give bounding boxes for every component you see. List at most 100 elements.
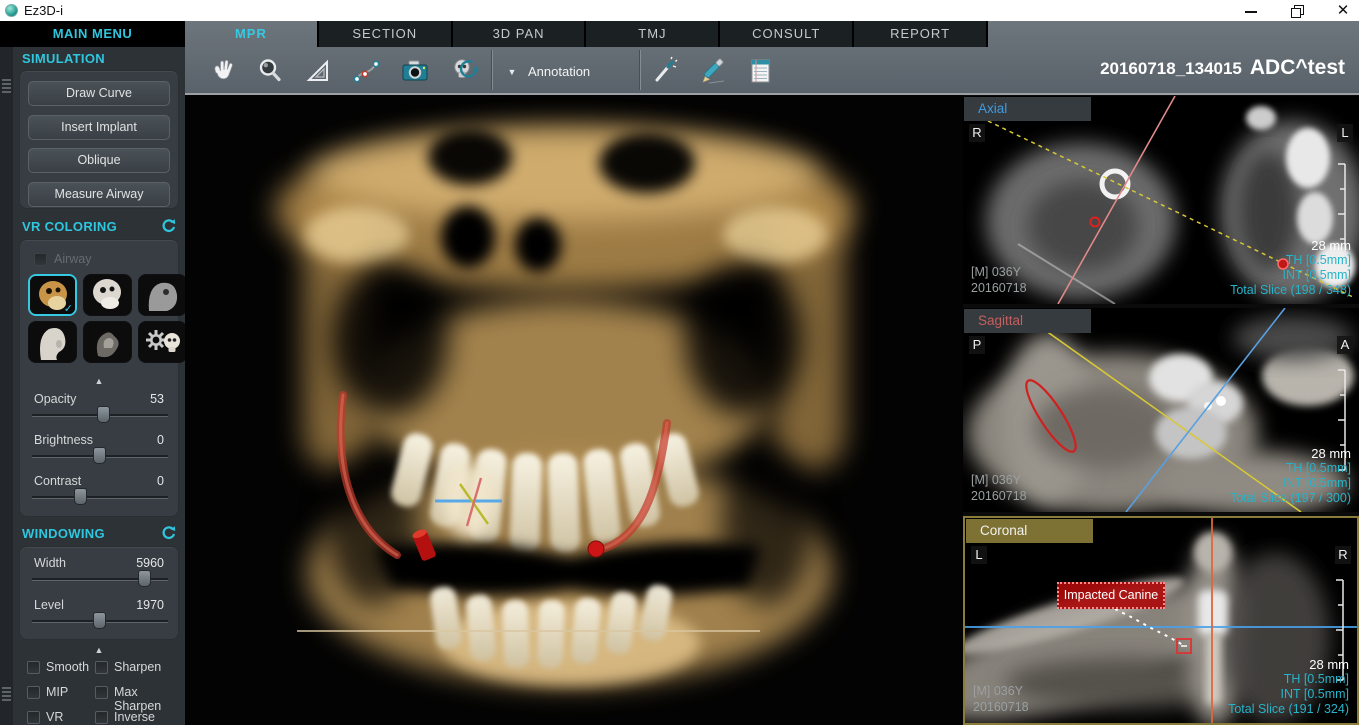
vr-label: VR [46, 710, 63, 724]
opacity-slider[interactable] [32, 414, 168, 417]
toolbar-separator [491, 50, 493, 90]
annotation-dropdown-label[interactable]: Annotation [528, 64, 590, 79]
app-logo-icon [5, 4, 18, 17]
module-tabs: MPR SECTION 3D PAN TMJ CONSULT REPORT [185, 21, 988, 47]
coronal-slice-meta: 28 mm TH [0.5mm] INT [0.5mm] Total Slice… [1228, 657, 1349, 717]
patient-name: ADC^test [1250, 56, 1345, 79]
level-slider[interactable] [32, 620, 168, 623]
coronal-scale-label: 28 mm [1228, 657, 1349, 672]
width-slider-thumb[interactable] [138, 570, 151, 587]
pan-hand-icon[interactable] [203, 52, 241, 90]
mip-checkbox[interactable] [27, 686, 40, 699]
measure-airway-button[interactable]: Measure Airway [28, 182, 170, 207]
coronal-marker-right-side: R [1335, 546, 1351, 564]
study-id: 20160718_134015 [1100, 59, 1242, 78]
draw-pencil-icon[interactable] [694, 52, 732, 90]
curve-measure-icon[interactable] [348, 52, 386, 90]
tab-mpr[interactable]: MPR [185, 21, 317, 47]
insert-implant-button[interactable]: Insert Implant [28, 115, 170, 140]
sagittal-total-slice-label: Total Slice (197 / 300) [1230, 491, 1351, 506]
tab-3d-pan[interactable]: 3D PAN [453, 21, 585, 47]
coronal-marker-left-side: L [971, 546, 987, 564]
panel-collapse-handle[interactable] [2, 687, 11, 701]
volume-render-viewport[interactable]: 3D [185, 95, 963, 725]
smooth-checkbox[interactable] [27, 661, 40, 674]
main-menu-button[interactable]: MAIN MENU [0, 21, 185, 47]
max-sharpen-checkbox[interactable] [95, 686, 108, 699]
windowing-refresh-icon[interactable] [161, 525, 177, 541]
axial-marker-right-side: R [969, 124, 985, 142]
level-label: Level [34, 598, 64, 612]
draw-curve-button[interactable]: Draw Curve [28, 81, 170, 106]
impacted-canine-annotation[interactable]: Impacted Canine [1057, 582, 1165, 609]
sagittal-scale-label: 28 mm [1230, 446, 1351, 461]
sharpen-checkbox[interactable] [95, 661, 108, 674]
sagittal-view[interactable]: Sagittal P A [M] 036Y20160718 28 mm TH [… [963, 308, 1359, 512]
window-title: Ez3D-i [24, 3, 63, 18]
vr-preset-soft-tissue[interactable] [28, 321, 77, 363]
axial-total-slice-label: Total Slice (198 / 348) [1230, 283, 1351, 298]
vr-sliders-collapse-icon[interactable]: ▲ [20, 376, 178, 386]
sagittal-patient-meta: [M] 036Y20160718 [971, 472, 1027, 504]
panel-collapse-handle[interactable] [2, 79, 11, 93]
zoom-magnifier-icon[interactable] [251, 52, 289, 90]
simulation-section-title: SIMULATION [22, 51, 105, 66]
contrast-slider[interactable] [32, 496, 168, 499]
angle-ruler-icon[interactable] [299, 52, 337, 90]
capture-camera-icon[interactable] [396, 52, 434, 90]
coronal-patient-meta: [M] 036Y20160718 [973, 683, 1029, 715]
annotation-dropdown-icon[interactable]: ▼ [501, 63, 523, 81]
coronal-thickness-label: TH [0.5mm] [1228, 672, 1349, 687]
brightness-value: 0 [157, 433, 164, 447]
brightness-slider-thumb[interactable] [93, 447, 106, 464]
sharpen-label: Sharpen [114, 660, 161, 674]
width-label: Width [34, 556, 66, 570]
rotate-3d-skull-icon[interactable] [446, 52, 484, 90]
coronal-view[interactable]: Coronal L R Impacted Canine [M] 036Y2016… [963, 516, 1359, 725]
axial-view-tab[interactable]: Axial [964, 97, 1091, 121]
level-slider-thumb[interactable] [93, 612, 106, 629]
vr-preset-white-bone[interactable] [83, 274, 132, 316]
vr-checkbox[interactable] [27, 711, 40, 724]
vr-preset-sinus[interactable] [83, 321, 132, 363]
restore-button[interactable] [1289, 3, 1305, 19]
vr-preset-color-bone[interactable]: ✓ [28, 274, 77, 316]
mip-label: MIP [46, 685, 68, 699]
tab-section[interactable]: SECTION [319, 21, 451, 47]
vr-preset-gray-bone[interactable] [138, 274, 187, 316]
level-value: 1970 [136, 598, 164, 612]
max-sharpen-label: Max Sharpen [114, 685, 185, 713]
coronal-view-tab[interactable]: Coronal [966, 519, 1093, 543]
width-slider[interactable] [32, 578, 168, 581]
tab-consult[interactable]: CONSULT [720, 21, 852, 47]
selected-check-icon: ✓ [64, 302, 73, 315]
axial-view[interactable]: Axial R L [M] 036Y20160718 28 mm TH [0.5… [963, 96, 1359, 304]
opacity-slider-thumb[interactable] [97, 406, 110, 423]
magic-wand-icon[interactable] [645, 52, 683, 90]
smooth-label: Smooth [46, 660, 89, 674]
toolbar-separator [639, 50, 641, 90]
patient-info: 20160718_134015 ADC^test [1100, 56, 1345, 80]
brightness-slider[interactable] [32, 455, 168, 458]
report-notes-icon[interactable] [741, 52, 779, 90]
filters-collapse-icon[interactable]: ▲ [13, 645, 185, 655]
axial-interval-label: INT [0.5mm] [1230, 268, 1351, 283]
vr-preset-settings[interactable] [138, 321, 187, 363]
vr-coloring-refresh-icon[interactable] [161, 218, 177, 234]
airway-checkbox[interactable] [34, 253, 47, 266]
minimize-button[interactable] [1243, 3, 1259, 19]
axial-marker-left-side: L [1337, 124, 1353, 142]
contrast-slider-thumb[interactable] [74, 488, 87, 505]
axial-thickness-label: TH [0.5mm] [1230, 253, 1351, 268]
sagittal-thickness-label: TH [0.5mm] [1230, 461, 1351, 476]
tab-report[interactable]: REPORT [854, 21, 986, 47]
contrast-value: 0 [157, 474, 164, 488]
sagittal-marker-posterior: P [969, 336, 985, 354]
airway-label: Airway [54, 252, 92, 266]
tab-tmj[interactable]: TMJ [586, 21, 718, 47]
vr-coloring-section-title: VR COLORING [22, 219, 117, 234]
inverse-checkbox[interactable] [95, 711, 108, 724]
sagittal-view-tab[interactable]: Sagittal [964, 309, 1091, 333]
oblique-button[interactable]: Oblique [28, 148, 170, 173]
close-button[interactable]: ✕ [1335, 3, 1351, 19]
